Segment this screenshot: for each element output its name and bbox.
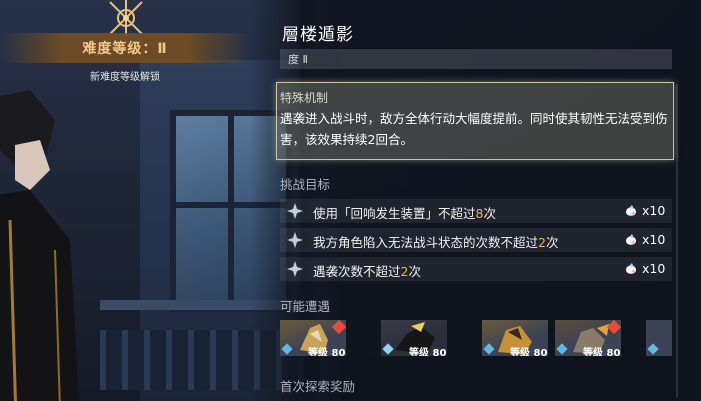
- enemy-card[interactable]: 等级 80: [381, 320, 447, 356]
- first-clear-rewards-heading: 首次探索奖励: [280, 379, 356, 394]
- enemy-level: 等级 80: [409, 348, 447, 356]
- goal-text: 使用「回响发生装置」不超过8次: [313, 206, 496, 221]
- element-icon: [647, 343, 659, 355]
- special-mechanic-text: 遇袭进入战斗时，敌方全体行动大幅度提前。同时使其韧性无法受到伤害，该效果持续2回…: [280, 111, 668, 147]
- enemy-card[interactable]: 等级 80: [555, 320, 621, 356]
- goal-star-icon: [287, 232, 303, 248]
- stage-title: 層楼遁影: [282, 25, 354, 45]
- difficulty-emblem-icon: [109, 0, 143, 36]
- goal-reward-count: x10: [642, 232, 666, 247]
- difficulty-unlock-note: 新难度等级解锁: [90, 72, 160, 83]
- enemy-card[interactable]: [646, 320, 672, 356]
- challenge-goal-row: 遇袭次数不超过2次 x10: [280, 257, 672, 281]
- panel-scrollbar[interactable]: [676, 84, 678, 398]
- possible-encounters-heading: 可能遭遇: [280, 299, 331, 314]
- goal-star-icon: [287, 261, 303, 277]
- challenge-goal-row: 我方角色陷入无法战斗状态的次数不超过2次 x10: [280, 228, 672, 252]
- enemy-card[interactable]: 等级 80: [482, 320, 548, 356]
- enemy-level: 等级 80: [308, 348, 346, 356]
- challenge-goals-heading: 挑战目标: [280, 177, 331, 192]
- difficulty-tab[interactable]: [280, 49, 672, 69]
- difficulty-tab-label: 度 Ⅱ: [288, 53, 308, 66]
- stellar-jade-icon: [626, 234, 636, 245]
- enemy-level: 等级 80: [583, 348, 621, 356]
- stellar-jade-icon: [626, 263, 636, 274]
- goal-reward-count: x10: [642, 203, 666, 218]
- challenge-goal-row: 使用「回响发生装置」不超过8次 x10: [280, 199, 672, 223]
- enemy-card[interactable]: 等级 80: [280, 320, 346, 356]
- goal-reward-count: x10: [642, 261, 666, 276]
- goal-text: 我方角色陷入无法战斗状态的次数不超过2次: [313, 235, 559, 250]
- goal-star-icon: [287, 203, 303, 219]
- stellar-jade-icon: [626, 205, 636, 216]
- difficulty-level-label: 难度等级：Ⅱ: [82, 41, 168, 57]
- enemy-level: 等级 80: [510, 348, 548, 356]
- special-mechanic-heading: 特殊机制: [280, 91, 329, 105]
- goal-text: 遇袭次数不超过2次: [313, 264, 421, 279]
- character-figure: [0, 90, 79, 401]
- enemy-list: 等级 80 等级 80 等级 80 等级 80: [280, 320, 672, 356]
